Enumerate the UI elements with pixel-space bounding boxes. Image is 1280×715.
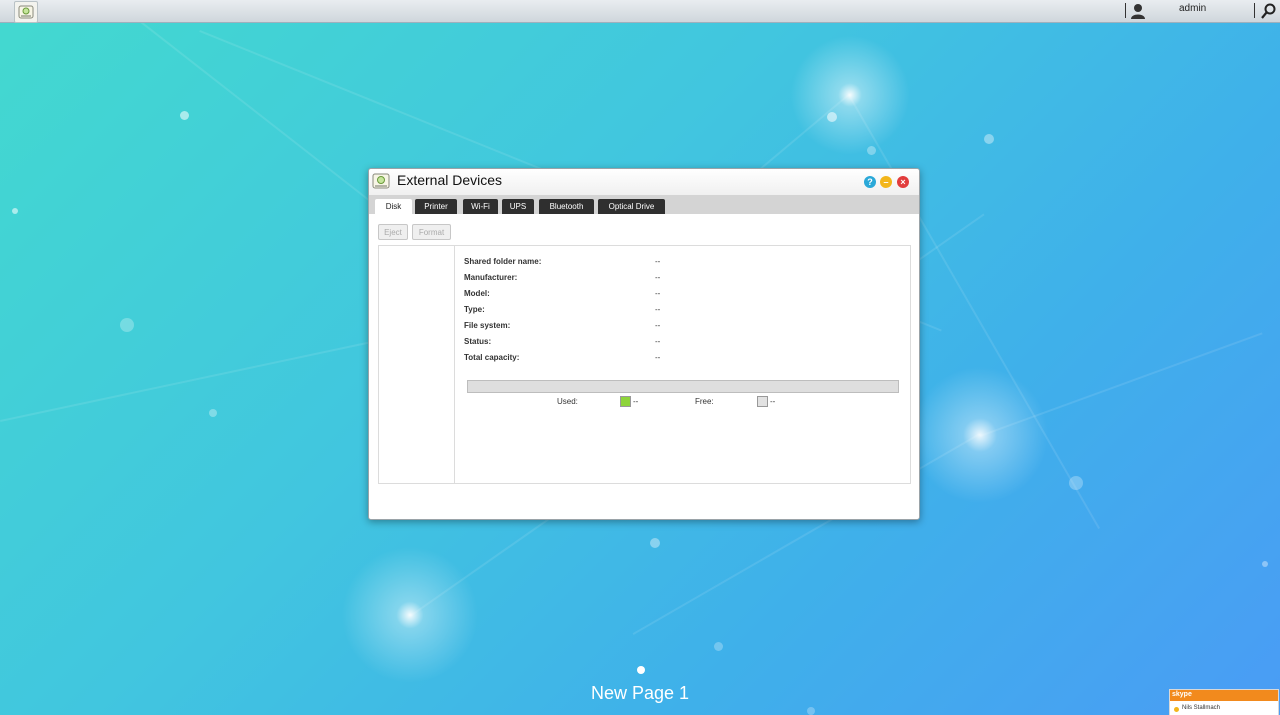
- tab-disk[interactable]: Disk: [375, 199, 412, 214]
- free-value: --: [770, 397, 776, 406]
- manufacturer-label: Manufacturer:: [464, 273, 518, 282]
- chat-widget-header[interactable]: skype: [1170, 690, 1278, 701]
- page-indicator-dot[interactable]: [637, 666, 645, 674]
- tab-printer[interactable]: Printer: [415, 199, 457, 214]
- top-taskbar: admin: [0, 0, 1280, 23]
- total-capacity-value: --: [655, 353, 661, 362]
- file-system-value: --: [655, 321, 661, 330]
- window-titlebar[interactable]: External Devices ? – ×: [369, 169, 919, 195]
- tab-optical-drive[interactable]: Optical Drive: [598, 199, 665, 214]
- user-icon[interactable]: [1131, 3, 1145, 19]
- type-value: --: [655, 305, 661, 314]
- file-system-label: File system:: [464, 321, 511, 330]
- close-button[interactable]: ×: [897, 176, 909, 188]
- search-icon[interactable]: [1261, 3, 1276, 19]
- external-drive-icon: [372, 173, 390, 189]
- current-user-label[interactable]: admin: [1179, 3, 1206, 14]
- format-button[interactable]: Format: [412, 224, 451, 240]
- tab-bluetooth[interactable]: Bluetooth: [539, 199, 594, 214]
- used-swatch: [620, 396, 631, 407]
- model-label: Model:: [464, 289, 490, 298]
- desktop-page-label: New Page 1: [590, 683, 690, 703]
- total-capacity-label: Total capacity:: [464, 353, 520, 362]
- type-label: Type:: [464, 305, 485, 314]
- disk-details-panel: Shared folder name: -- Manufacturer: -- …: [378, 245, 911, 484]
- model-value: --: [655, 289, 661, 298]
- used-label: Used:: [557, 397, 578, 406]
- topbar-separator: [1254, 3, 1255, 18]
- external-devices-app-button[interactable]: [14, 1, 38, 23]
- status-away-icon: [1174, 707, 1179, 712]
- help-button[interactable]: ?: [864, 176, 876, 188]
- eject-button[interactable]: Eject: [378, 224, 408, 240]
- status-label: Status:: [464, 337, 492, 346]
- capacity-bar: [467, 380, 899, 393]
- tab-ups[interactable]: UPS: [502, 199, 534, 214]
- window-title: External Devices: [397, 172, 503, 188]
- tab-wifi[interactable]: Wi-Fi: [463, 199, 498, 214]
- device-list[interactable]: [379, 246, 455, 483]
- shared-folder-name-label: Shared folder name:: [464, 257, 542, 266]
- free-label: Free:: [695, 397, 714, 406]
- topbar-separator: [1125, 3, 1126, 18]
- minimize-button[interactable]: –: [880, 176, 892, 188]
- external-devices-window: External Devices ? – × Disk Printer Wi-F…: [368, 168, 920, 520]
- manufacturer-value: --: [655, 273, 661, 282]
- free-swatch: [757, 396, 768, 407]
- used-value: --: [633, 397, 639, 406]
- status-value: --: [655, 337, 661, 346]
- chat-widget[interactable]: skype Nils Stallmach: [1169, 689, 1279, 715]
- skype-logo: skype: [1172, 691, 1192, 698]
- tab-bar: Disk Printer Wi-Fi UPS Bluetooth Optical…: [369, 195, 919, 214]
- external-drive-icon: [18, 5, 34, 19]
- chat-contact-name[interactable]: Nils Stallmach: [1182, 705, 1220, 711]
- shared-folder-name-value: --: [655, 257, 661, 266]
